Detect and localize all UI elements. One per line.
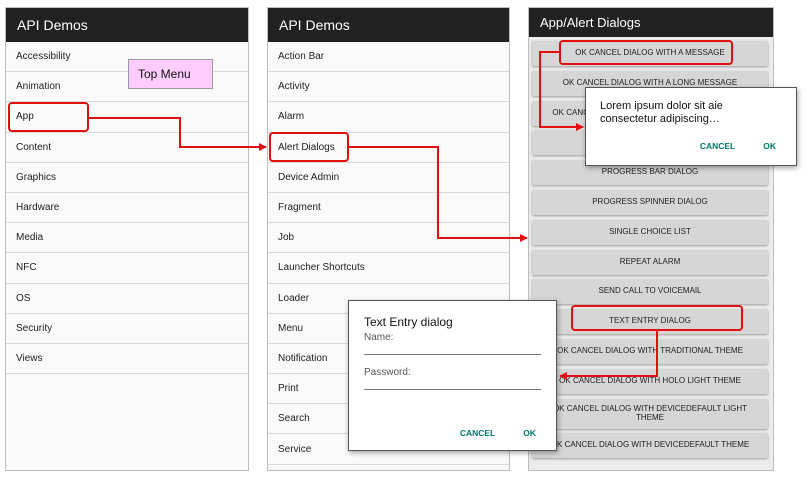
menu-item-content[interactable]: Content xyxy=(6,132,248,163)
callout-label: Top Menu xyxy=(138,67,191,81)
app-title-bar: API Demos xyxy=(268,8,509,42)
menu-item-views[interactable]: Views xyxy=(6,343,248,375)
password-input[interactable] xyxy=(364,378,541,390)
menu-item-os[interactable]: OS xyxy=(6,283,248,314)
dialog-message: Lorem ipsum dolor sit aie consectetur ad… xyxy=(600,100,723,126)
single-choice-list-button[interactable]: SINGLE CHOICE LIST xyxy=(532,219,768,245)
dialog-actions: CANCEL OK xyxy=(700,141,776,151)
devicedefault-light-theme-button[interactable]: OK CANCEL DIALOG WITH DEVICEDEFAULT LIGH… xyxy=(532,398,768,429)
app-title-bar: App/Alert Dialogs xyxy=(529,8,773,37)
menu-item-fragment[interactable]: Fragment xyxy=(268,192,509,224)
password-label: Password: xyxy=(364,367,411,378)
highlight-ok-cancel-message-button xyxy=(559,40,733,65)
traditional-theme-button[interactable]: OK CANCEL DIALOG WITH TRADITIONAL THEME xyxy=(532,338,768,364)
app-title: API Demos xyxy=(279,17,350,33)
dialog-actions: CANCEL OK xyxy=(460,428,536,438)
progress-spinner-dialog-button[interactable]: PROGRESS SPINNER DIALOG xyxy=(532,189,768,215)
menu-item-launcher-shortcuts[interactable]: Launcher Shortcuts xyxy=(268,253,509,284)
devicedefault-theme-button[interactable]: OK CANCEL DIALOG WITH DEVICEDEFAULT THEM… xyxy=(532,433,768,459)
menu-item-graphics[interactable]: Graphics xyxy=(6,162,248,193)
app-title: API Demos xyxy=(17,17,88,33)
ok-button[interactable]: OK xyxy=(763,141,776,151)
holo-light-theme-button[interactable]: OK CANCEL DIALOG WITH HOLO LIGHT THEME xyxy=(532,368,768,394)
message-dialog: Lorem ipsum dolor sit aie consectetur ad… xyxy=(585,87,797,166)
top-menu-list: Accessibility Animation App Content Grap… xyxy=(6,42,248,375)
cancel-button[interactable]: CANCEL xyxy=(700,141,735,151)
menu-item-hardware[interactable]: Hardware xyxy=(6,192,248,224)
name-label: Name: xyxy=(364,332,394,343)
menu-item-device-admin[interactable]: Device Admin xyxy=(268,162,509,193)
top-menu-callout: Top Menu xyxy=(128,59,213,89)
menu-item-job[interactable]: Job xyxy=(268,223,509,254)
menu-item-activity[interactable]: Activity xyxy=(268,72,509,103)
menu-item-alarm[interactable]: Alarm xyxy=(268,102,509,133)
dialog-title: Text Entry dialog xyxy=(364,315,453,329)
app-title-bar: API Demos xyxy=(6,8,248,42)
menu-item-action-bar[interactable]: Action Bar xyxy=(268,42,509,73)
ok-button[interactable]: OK xyxy=(523,428,536,438)
menu-item-nfc[interactable]: NFC xyxy=(6,253,248,284)
cancel-button[interactable]: CANCEL xyxy=(460,428,495,438)
menu-item-media[interactable]: Media xyxy=(6,223,248,254)
alert-dialogs-screen: App/Alert Dialogs OK CANCEL DIALOG WITH … xyxy=(528,7,774,471)
highlight-alert-dialogs-item xyxy=(269,132,349,162)
highlight-text-entry-dialog-button xyxy=(571,305,743,331)
text-entry-dialog: Text Entry dialog Name: Password: CANCEL… xyxy=(348,300,557,451)
name-input[interactable] xyxy=(364,343,541,355)
send-call-to-voicemail-button[interactable]: SEND CALL TO VOICEMAIL xyxy=(532,279,768,305)
repeat-alarm-button[interactable]: REPEAT ALARM xyxy=(532,249,768,275)
highlight-app-item xyxy=(8,102,89,132)
menu-item-security[interactable]: Security xyxy=(6,313,248,344)
app-title: App/Alert Dialogs xyxy=(540,15,641,30)
